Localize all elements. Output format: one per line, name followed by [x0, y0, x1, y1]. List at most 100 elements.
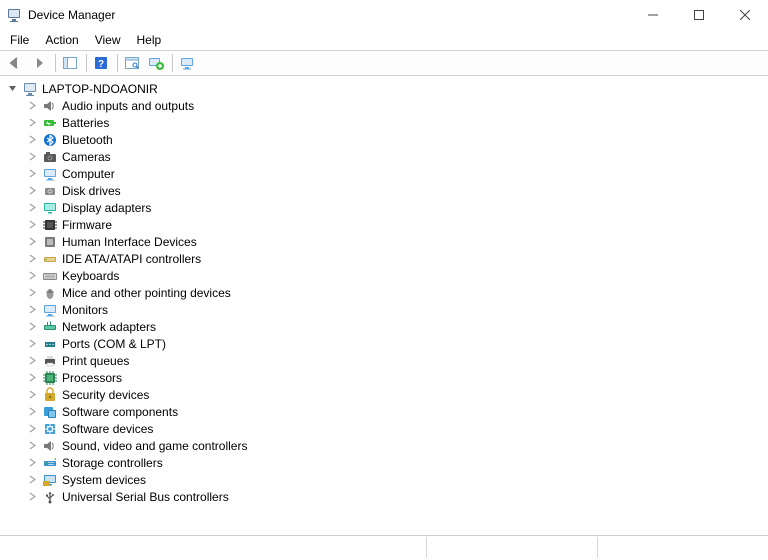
chevron-right-icon[interactable] [26, 440, 38, 452]
chevron-right-icon[interactable] [26, 287, 38, 299]
chevron-right-icon[interactable] [26, 474, 38, 486]
tree-category-node[interactable]: Display adapters [22, 199, 762, 216]
status-cell [0, 537, 426, 558]
menu-action[interactable]: Action [37, 32, 86, 48]
toolbar-back-button[interactable] [4, 52, 26, 74]
toolbar-separator [172, 54, 173, 72]
device-tree[interactable]: LAPTOP-NDOAONIR Audio inputs and outputs… [0, 76, 768, 536]
tree-category-node[interactable]: Network adapters [22, 318, 762, 335]
titlebar: Device Manager [0, 0, 768, 30]
printer-icon [42, 353, 58, 369]
tree-category-node[interactable]: Disk drives [22, 182, 762, 199]
tree-category-node[interactable]: Bluetooth [22, 131, 762, 148]
tree-category-label: Network adapters [62, 320, 156, 334]
chevron-right-icon[interactable] [26, 202, 38, 214]
software-dev-icon [42, 421, 58, 437]
toolbar-separator [55, 54, 56, 72]
ide-icon [42, 251, 58, 267]
chevron-right-icon[interactable] [26, 270, 38, 282]
chevron-right-icon[interactable] [26, 355, 38, 367]
chevron-right-icon[interactable] [26, 219, 38, 231]
tree-category-label: Computer [62, 167, 115, 181]
tree-category-node[interactable]: Security devices [22, 386, 762, 403]
toolbar-forward-button[interactable] [28, 52, 50, 74]
toolbar-add-legacy-button[interactable] [145, 52, 167, 74]
tree-category-label: Software devices [62, 422, 153, 436]
tree-category-node[interactable]: Software components [22, 403, 762, 420]
tree-category-label: Keyboards [62, 269, 119, 283]
chip-dark-icon [42, 217, 58, 233]
window-title: Device Manager [28, 8, 115, 22]
window-controls [630, 0, 768, 30]
toolbar-show-hide-tree-button[interactable] [59, 52, 81, 74]
chevron-right-icon[interactable] [26, 100, 38, 112]
close-button[interactable] [722, 0, 768, 30]
usb-icon [42, 489, 58, 505]
mouse-icon [42, 285, 58, 301]
toolbar-separator [86, 54, 87, 72]
tree-category-node[interactable]: IDE ATA/ATAPI controllers [22, 250, 762, 267]
tree-category-label: Audio inputs and outputs [62, 99, 194, 113]
monitor-icon [42, 302, 58, 318]
menu-help[interactable]: Help [129, 32, 170, 48]
chevron-right-icon[interactable] [26, 389, 38, 401]
tree-category-label: Storage controllers [62, 456, 163, 470]
tree-category-node[interactable]: Monitors [22, 301, 762, 318]
display-icon [42, 200, 58, 216]
tree-category-node[interactable]: Sound, video and game controllers [22, 437, 762, 454]
chevron-right-icon[interactable] [26, 117, 38, 129]
chevron-right-icon[interactable] [26, 134, 38, 146]
tree-category-node[interactable]: Audio inputs and outputs [22, 97, 762, 114]
chevron-right-icon[interactable] [26, 491, 38, 503]
chevron-right-icon[interactable] [26, 423, 38, 435]
chevron-down-icon[interactable] [6, 83, 18, 95]
tree-category-node[interactable]: Computer [22, 165, 762, 182]
toolbar-help-button[interactable]: ? [90, 52, 112, 74]
chevron-right-icon[interactable] [26, 321, 38, 333]
tree-category-node[interactable]: Processors [22, 369, 762, 386]
system-icon [42, 472, 58, 488]
minimize-button[interactable] [630, 0, 676, 30]
chevron-right-icon[interactable] [26, 185, 38, 197]
tree-category-node[interactable]: Software devices [22, 420, 762, 437]
toolbar-scan-hardware-button[interactable] [121, 52, 143, 74]
maximize-button[interactable] [676, 0, 722, 30]
tree-category-label: Batteries [62, 116, 109, 130]
tree-category-node[interactable]: System devices [22, 471, 762, 488]
tree-root-label: LAPTOP-NDOAONIR [42, 82, 158, 96]
tree-category-label: Print queues [62, 354, 129, 368]
chevron-right-icon[interactable] [26, 168, 38, 180]
tree-category-node[interactable]: Cameras [22, 148, 762, 165]
storage-icon [42, 455, 58, 471]
chevron-right-icon[interactable] [26, 253, 38, 265]
toolbar-devices-button[interactable] [176, 52, 198, 74]
tree-category-node[interactable]: Firmware [22, 216, 762, 233]
chevron-right-icon[interactable] [26, 457, 38, 469]
tree-category-label: Sound, video and game controllers [62, 439, 247, 453]
tree-category-node[interactable]: Print queues [22, 352, 762, 369]
tree-category-node[interactable]: Batteries [22, 114, 762, 131]
camera-icon [42, 149, 58, 165]
chevron-right-icon[interactable] [26, 338, 38, 350]
status-cell [597, 537, 768, 558]
tree-category-node[interactable]: Ports (COM & LPT) [22, 335, 762, 352]
chevron-right-icon[interactable] [26, 304, 38, 316]
hid-icon [42, 234, 58, 250]
menu-view[interactable]: View [87, 32, 129, 48]
chevron-right-icon[interactable] [26, 372, 38, 384]
menu-file[interactable]: File [2, 32, 37, 48]
chevron-right-icon[interactable] [26, 236, 38, 248]
chevron-right-icon[interactable] [26, 406, 38, 418]
app-icon [6, 7, 22, 23]
speaker-icon [42, 438, 58, 454]
tree-category-node[interactable]: Mice and other pointing devices [22, 284, 762, 301]
tree-category-node[interactable]: Keyboards [22, 267, 762, 284]
tree-category-node[interactable]: Human Interface Devices [22, 233, 762, 250]
tree-category-node[interactable]: Storage controllers [22, 454, 762, 471]
tree-category-label: Universal Serial Bus controllers [62, 490, 229, 504]
bluetooth-icon [42, 132, 58, 148]
tree-category-label: Software components [62, 405, 178, 419]
tree-category-node[interactable]: Universal Serial Bus controllers [22, 488, 762, 505]
tree-root-node[interactable]: LAPTOP-NDOAONIR Audio inputs and outputs… [6, 80, 762, 505]
chevron-right-icon[interactable] [26, 151, 38, 163]
